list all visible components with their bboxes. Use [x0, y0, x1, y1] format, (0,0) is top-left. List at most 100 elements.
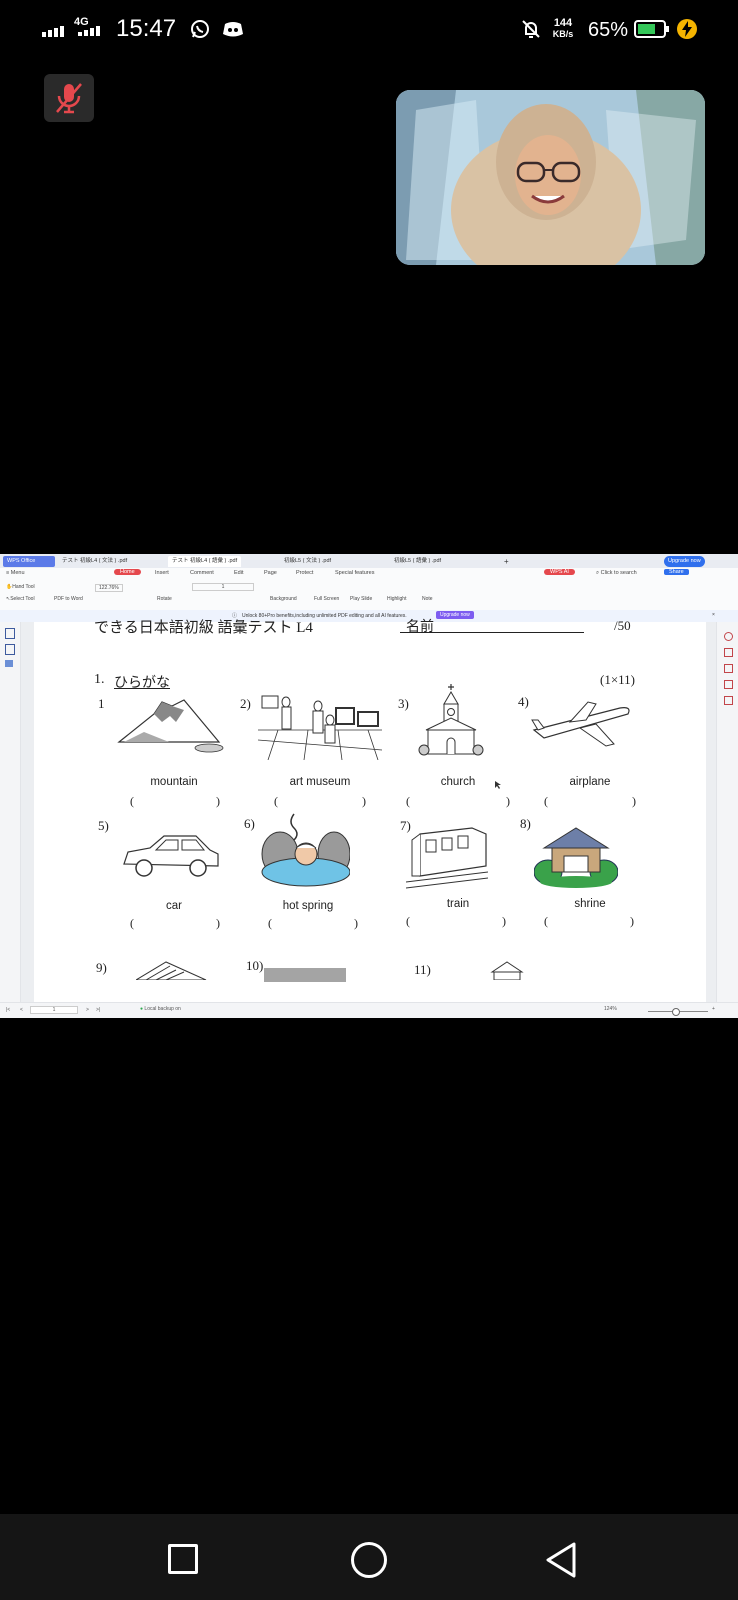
- banner-close-icon[interactable]: ×: [712, 612, 715, 618]
- recent-apps-button[interactable]: [168, 1544, 198, 1574]
- comment-panel-icon[interactable]: [5, 660, 13, 667]
- upgrade-button[interactable]: Upgrade now: [664, 556, 705, 567]
- rotate-button[interactable]: Rotate: [157, 596, 172, 602]
- share-button[interactable]: Share: [664, 569, 689, 575]
- background-button[interactable]: Background: [270, 596, 297, 602]
- wps-ai-button[interactable]: WPS AI: [544, 569, 575, 575]
- pdf-to-word-button[interactable]: PDF to Word: [54, 596, 83, 602]
- hand-tool-button[interactable]: ✋Hand Tool: [6, 584, 35, 590]
- tool-icon-1[interactable]: [724, 632, 733, 641]
- item-1-answer-close: ): [216, 794, 220, 808]
- item-11-number: 11): [414, 962, 431, 977]
- item-4-answer-open: (: [544, 794, 548, 808]
- last-page-icon[interactable]: >|: [96, 1007, 100, 1013]
- menu-page[interactable]: Page: [264, 570, 277, 576]
- item-10-illustration: [264, 968, 346, 982]
- first-page-icon[interactable]: |<: [6, 1007, 10, 1013]
- item-11-illustration: [490, 961, 524, 980]
- item-2-label: art museum: [289, 776, 351, 788]
- menu-home[interactable]: Home: [114, 569, 141, 575]
- tool-icon-5[interactable]: [724, 696, 733, 705]
- section-number: 1.: [94, 672, 105, 687]
- wps-toolbar: ✋Hand Tool ↖Select Tool PDF to Word 122.…: [0, 580, 738, 611]
- menu-comment[interactable]: Comment: [190, 570, 214, 576]
- menu-label: Menu: [10, 570, 25, 576]
- highlight-button[interactable]: Highlight: [387, 596, 406, 602]
- shared-screen[interactable]: WPS Office テスト 初級L4 ( 文法 ) .pdf テスト 初級L4…: [0, 554, 738, 1018]
- battery-icon: [634, 20, 670, 38]
- mountain-illustration: [117, 699, 224, 753]
- right-side-panel: [716, 622, 738, 1002]
- item-2-answer-close: ): [362, 794, 366, 808]
- name-label: 名前: [406, 620, 434, 635]
- participant-video[interactable]: [396, 90, 705, 265]
- menu-protect[interactable]: Protect: [296, 570, 313, 576]
- item-4-number: 4): [518, 694, 529, 709]
- signal-icon: [42, 26, 64, 37]
- item-3-answer-open: (: [406, 794, 410, 808]
- score-total: /50: [614, 618, 631, 633]
- tab-wps-office[interactable]: WPS Office: [3, 556, 55, 567]
- backup-label: Local backup on: [144, 1006, 181, 1012]
- item-8-label: shrine: [574, 898, 606, 910]
- net-speed-unit: KB/s: [552, 29, 574, 39]
- tool-icon-4[interactable]: [724, 680, 733, 689]
- item-6-answer-open: (: [268, 916, 272, 930]
- tool-icon-3[interactable]: [724, 664, 733, 673]
- mic-muted-button[interactable]: [44, 74, 94, 122]
- page-number-field[interactable]: 1: [30, 1006, 78, 1014]
- tab-file-2-active[interactable]: テスト 初級L4 ( 語彙 ) .pdf: [168, 556, 242, 567]
- next-page-icon[interactable]: >: [86, 1007, 89, 1013]
- item-4-answer-close: ): [632, 794, 636, 808]
- new-tab-button[interactable]: +: [500, 556, 513, 567]
- menu-insert[interactable]: Insert: [155, 570, 169, 576]
- tab-file-3[interactable]: 初級L5 ( 文法 ) .pdf: [280, 556, 335, 567]
- status-bar: 4G 15:47 144 KB/s 65%: [0, 0, 738, 60]
- item-8-number: 8): [520, 816, 531, 831]
- android-nav-bar: [0, 1514, 738, 1600]
- tab-file-4[interactable]: 初級L5 ( 語彙 ) .pdf: [390, 556, 445, 567]
- zoom-slider-handle[interactable]: [672, 1008, 680, 1016]
- tool-icon-2[interactable]: [724, 648, 733, 657]
- menu-special-features[interactable]: Special features: [335, 570, 374, 576]
- item-6-label: hot spring: [282, 900, 334, 912]
- pdf-page[interactable]: できる日本語初級 語彙テスト L4 名前 /50 1. ひらがな (1×11) …: [34, 618, 706, 1002]
- airplane-illustration: [531, 701, 630, 747]
- net-speed-value: 144: [553, 17, 573, 29]
- item-9-illustration: [136, 961, 207, 980]
- note-button[interactable]: Note: [422, 596, 433, 602]
- home-button[interactable]: [351, 1542, 387, 1578]
- tab-file-1[interactable]: テスト 初級L4 ( 文法 ) .pdf: [58, 556, 131, 567]
- section-points: (1×11): [600, 672, 636, 687]
- item-7-label: train: [446, 898, 470, 910]
- art-museum-illustration: [258, 695, 382, 760]
- search-box[interactable]: ⌕ Click to search: [596, 570, 637, 577]
- select-tool-button[interactable]: ↖Select Tool: [6, 596, 35, 602]
- page-input[interactable]: 1: [192, 583, 254, 591]
- wps-menu-bar: ≡ Menu Home Insert Comment Edit Page Pro…: [0, 568, 738, 580]
- item-1-answer-open: (: [130, 794, 134, 808]
- zoom-in-icon[interactable]: +: [712, 1006, 715, 1012]
- item-3-answer-close: ): [506, 794, 510, 808]
- item-7-answer-close: ): [502, 914, 506, 928]
- search-placeholder: Click to search: [600, 570, 637, 576]
- menu-button[interactable]: ≡ Menu: [6, 570, 25, 576]
- bookmark-icon[interactable]: [5, 628, 15, 639]
- wps-status-bar: |< < 1 > >| ● Local backup on 124% +: [0, 1002, 738, 1018]
- section-title: ひらがな: [114, 676, 170, 691]
- thumbnail-icon[interactable]: [5, 644, 15, 655]
- full-screen-button[interactable]: Full Screen: [314, 596, 339, 602]
- item-5-answer-close: ): [216, 916, 220, 930]
- discord-icon: [222, 21, 244, 37]
- banner-upgrade-button[interactable]: Upgrade now: [436, 611, 474, 619]
- back-button[interactable]: [544, 1540, 578, 1580]
- play-slide-button[interactable]: Play Slide: [350, 596, 372, 602]
- zoom-select[interactable]: 122.76%: [95, 584, 123, 592]
- name-line: [400, 632, 584, 633]
- prev-page-icon[interactable]: <: [20, 1007, 23, 1013]
- item-8-answer-close: ): [630, 914, 634, 928]
- car-illustration: [123, 835, 219, 877]
- item-1-number: 1: [98, 696, 105, 711]
- charging-icon: [676, 18, 698, 40]
- menu-edit[interactable]: Edit: [234, 570, 243, 576]
